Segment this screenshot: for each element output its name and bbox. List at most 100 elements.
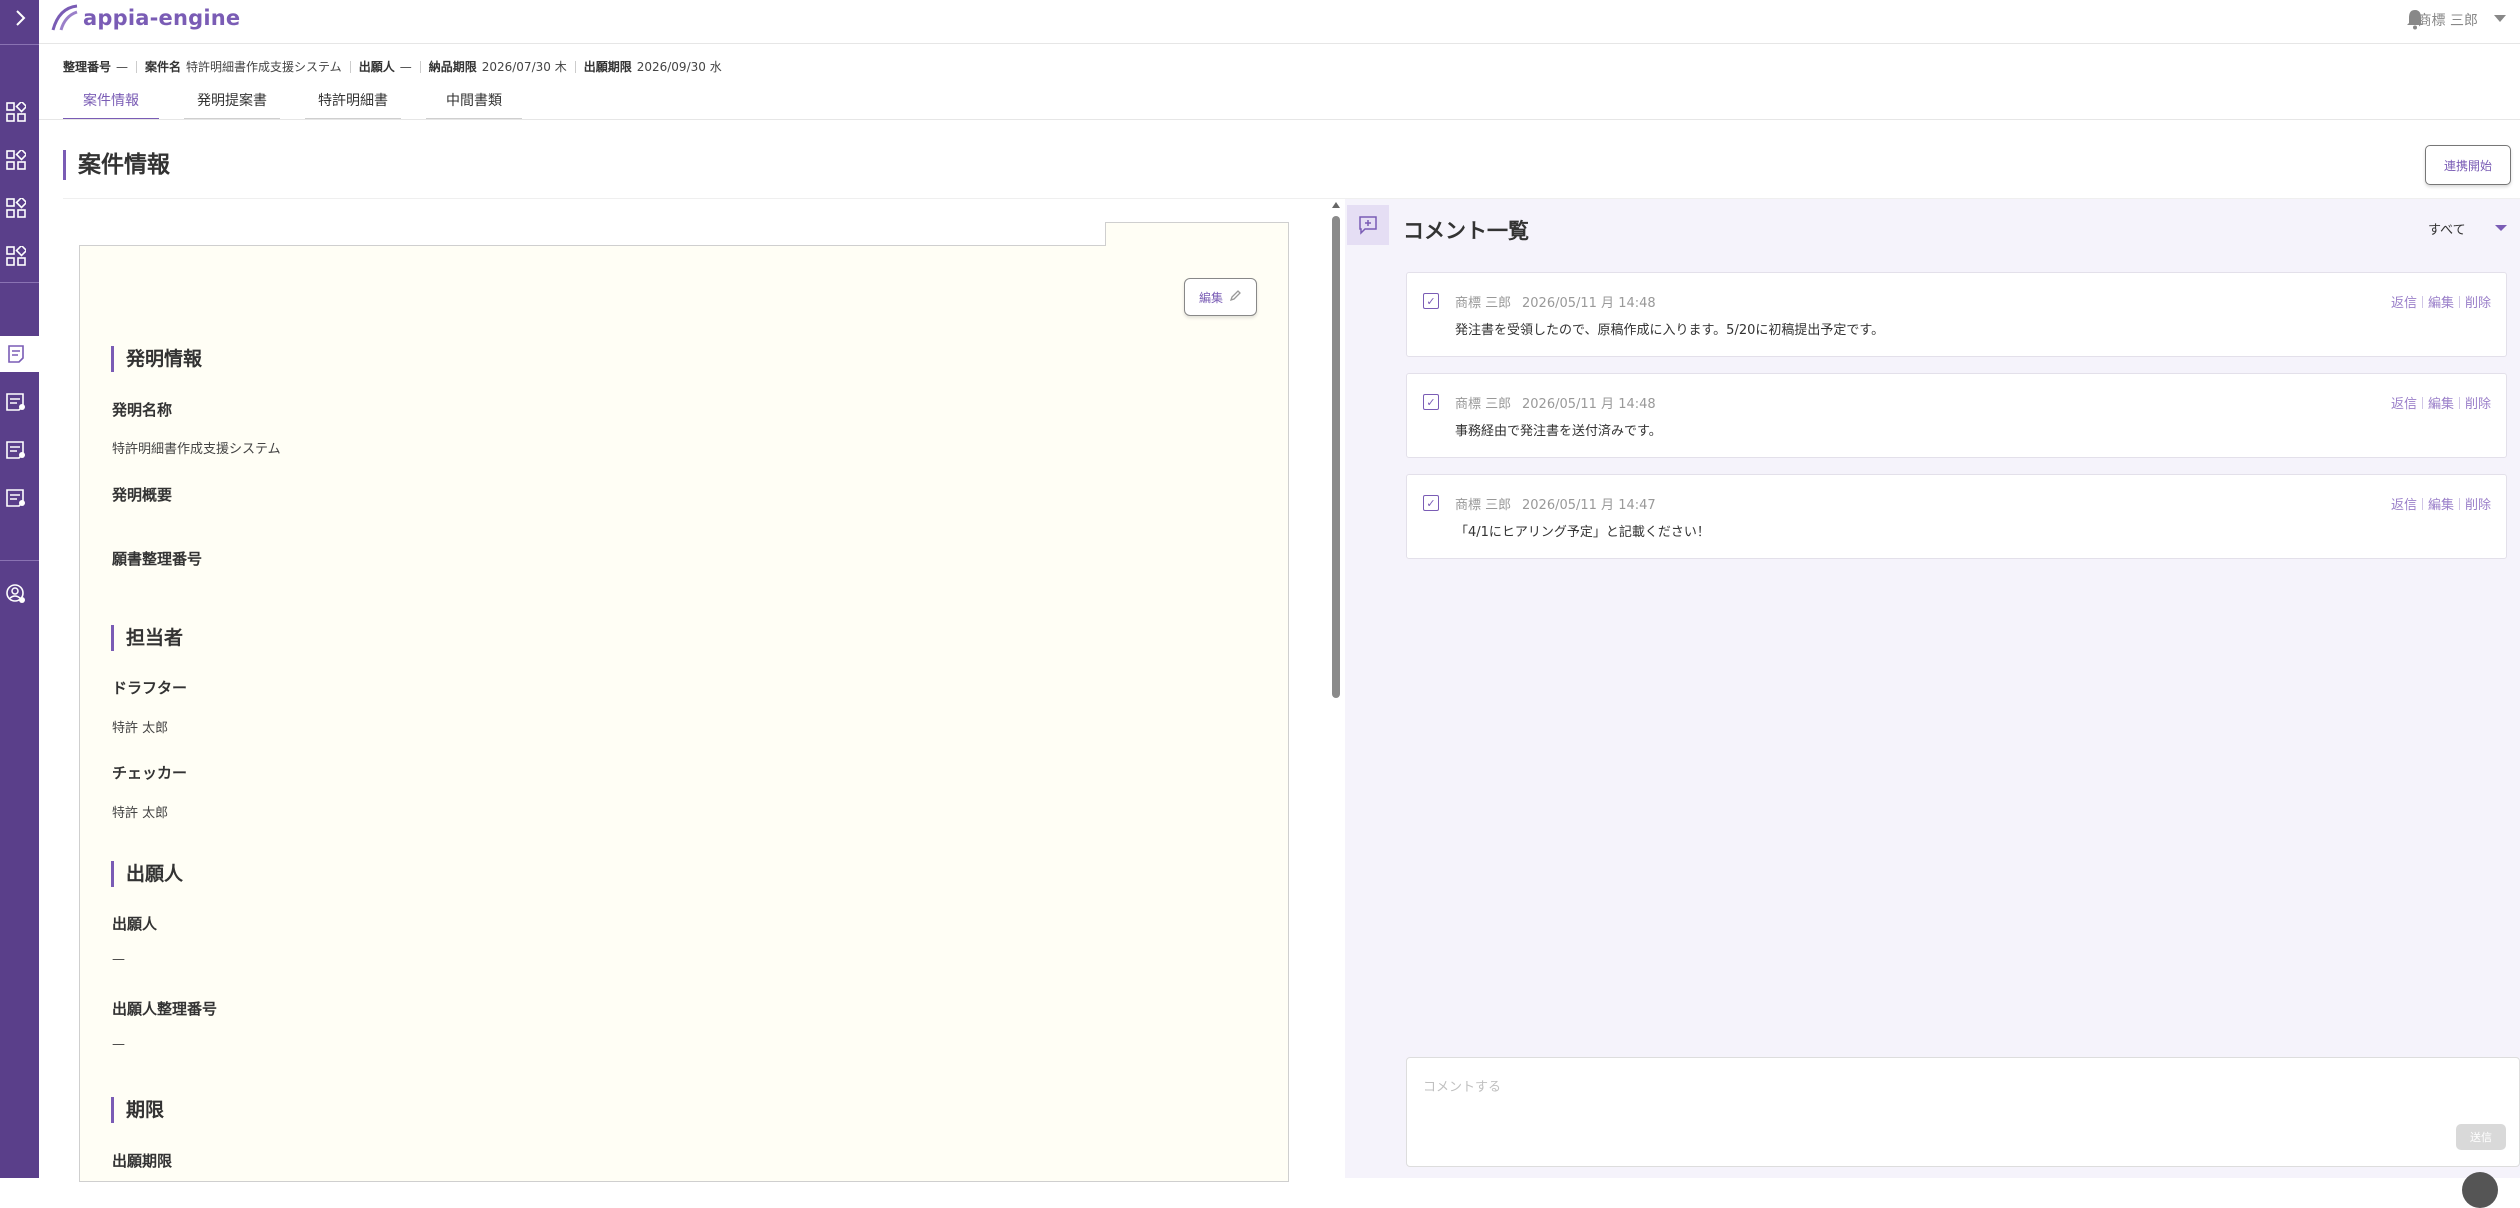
user-menu-name[interactable]: 商標 三郎 [2418, 10, 2478, 30]
send-button[interactable]: 送信 [2456, 1124, 2506, 1150]
field-value-invention-name: 特許明細書作成支援システム [112, 438, 281, 457]
edit-link[interactable]: 編集 [2428, 292, 2454, 311]
reply-link[interactable]: 返信 [2391, 494, 2417, 513]
sidebar-document-list-icon[interactable] [4, 438, 28, 462]
logo-text: appia-engine [83, 6, 240, 30]
edit-button-label: 編集 [1199, 289, 1223, 306]
section-heading-deadline: 期限 [111, 1097, 164, 1123]
meta-separator [575, 61, 576, 73]
sidebar-dashboard-icon[interactable] [4, 196, 28, 220]
sidebar-dashboard-icon[interactable] [4, 244, 28, 268]
comment-author: 商標 三郎 [1455, 494, 1511, 513]
checkbox-icon[interactable]: ✓ [1423, 394, 1439, 410]
field-label-invention-summary: 発明概要 [112, 484, 172, 505]
comment-author: 商標 三郎 [1455, 292, 1511, 311]
comment-input-placeholder: コメントする [1423, 1076, 1501, 1095]
meta-label: 案件名 [145, 58, 181, 75]
reply-link[interactable]: 返信 [2391, 393, 2417, 412]
field-label-invention-name: 発明名称 [112, 399, 172, 420]
sidebar-document-list-icon[interactable] [4, 342, 28, 366]
checkbox-icon[interactable]: ✓ [1423, 495, 1439, 511]
comment-input[interactable]: コメントする [1406, 1057, 2520, 1167]
comment-actions: 返信 編集 削除 [2391, 393, 2491, 412]
meta-separator [350, 61, 351, 73]
comment-filter-select[interactable]: すべて [2428, 219, 2466, 238]
section-heading-staff: 担当者 [111, 625, 183, 651]
comment-text: 「4/1にヒアリング予定」と記載ください！ [1455, 521, 1710, 540]
sidebar-toggle-chevron-right-icon[interactable] [0, 0, 39, 36]
field-label-filing-deadline: 出願期限 [112, 1150, 172, 1171]
meta-label: 出願人 [359, 58, 395, 75]
delete-link[interactable]: 削除 [2465, 292, 2491, 311]
meta-value: — [116, 60, 128, 74]
meta-value: 特許明細書作成支援システム [186, 58, 342, 75]
field-label-applicant: 出願人 [112, 913, 157, 934]
comment-datetime: 2026/05/11 月 14:47 [1522, 494, 1656, 513]
comment-panel-title: コメント一覧 [1403, 215, 1529, 245]
field-label-drafter: ドラフター [112, 677, 187, 698]
sidebar-user-settings-icon[interactable] [4, 582, 28, 606]
field-value-applicant: — [112, 952, 125, 967]
comment-actions: 返信 編集 削除 [2391, 292, 2491, 311]
edit-link[interactable]: 編集 [2428, 494, 2454, 513]
sidebar-divider [0, 560, 39, 561]
meta-separator [420, 61, 421, 73]
case-meta-bar: 整理番号 — 案件名 特許明細書作成支援システム 出願人 — 納品期限 2026… [63, 58, 722, 75]
comment-text: 発注書を受領したので、原稿作成に入ります。5/20に初稿提出予定です。 [1455, 319, 1884, 338]
field-value-drafter: 特許 太郎 [112, 717, 168, 736]
meta-label: 整理番号 [63, 58, 111, 75]
field-label-docket-number: 願書整理番号 [112, 548, 202, 569]
sidebar [0, 0, 39, 1178]
add-comment-icon[interactable] [1347, 205, 1389, 245]
meta-value: — [400, 60, 412, 74]
tab-intermediate-documents[interactable]: 中間書類 [426, 90, 522, 120]
checkbox-icon[interactable]: ✓ [1423, 293, 1439, 309]
section-heading-invention: 発明情報 [111, 346, 202, 372]
comment-actions: 返信 編集 削除 [2391, 494, 2491, 513]
tabs-divider [39, 119, 2520, 120]
app-logo[interactable]: appia-engine [51, 4, 240, 32]
page-title: 案件情報 [63, 150, 170, 180]
scroll-up-arrow-icon[interactable] [1332, 202, 1340, 208]
meta-value: 2026/07/30 木 [482, 58, 567, 75]
sidebar-document-list-icon[interactable] [4, 390, 28, 414]
meta-label: 出願期限 [584, 58, 632, 75]
action-separator [2422, 498, 2423, 510]
sidebar-divider [0, 282, 39, 283]
field-label-checker: チェッカー [112, 762, 187, 783]
scrollbar-thumb[interactable] [1332, 216, 1340, 698]
comment-datetime: 2026/05/11 月 14:48 [1522, 393, 1656, 412]
tab-patent-specification[interactable]: 特許明細書 [305, 90, 401, 120]
comment-item: ✓ 商標 三郎 2026/05/11 月 14:48 返信 編集 削除 発注書を… [1406, 272, 2507, 357]
tab-bar: 案件情報 発明提案書 特許明細書 中間書類 [63, 90, 547, 120]
edit-button[interactable]: 編集 [1184, 278, 1257, 316]
start-collaboration-button[interactable]: 連携開始 [2425, 145, 2511, 185]
sidebar-document-list-icon[interactable] [4, 486, 28, 510]
meta-label: 納品期限 [429, 58, 477, 75]
delete-link[interactable]: 削除 [2465, 494, 2491, 513]
caret-down-icon[interactable] [2494, 15, 2506, 22]
sidebar-divider [0, 44, 39, 45]
action-separator [2459, 296, 2460, 308]
action-separator [2422, 296, 2423, 308]
comment-item: ✓ 商標 三郎 2026/05/11 月 14:47 返信 編集 削除 「4/1… [1406, 474, 2507, 559]
field-value-applicant-docket: — [112, 1037, 125, 1052]
meta-separator [136, 61, 137, 73]
tab-case-info[interactable]: 案件情報 [63, 90, 159, 120]
delete-link[interactable]: 削除 [2465, 393, 2491, 412]
comment-item: ✓ 商標 三郎 2026/05/11 月 14:48 返信 編集 削除 事務経由… [1406, 373, 2507, 458]
action-separator [2422, 397, 2423, 409]
caret-down-icon[interactable] [2495, 225, 2507, 231]
tab-invention-proposal[interactable]: 発明提案書 [184, 90, 280, 120]
meta-value: 2026/09/30 水 [637, 58, 722, 75]
sidebar-dashboard-icon[interactable] [4, 148, 28, 172]
field-value-checker: 特許 太郎 [112, 802, 168, 821]
help-floating-button[interactable] [2462, 1172, 2498, 1208]
action-separator [2459, 498, 2460, 510]
reply-link[interactable]: 返信 [2391, 292, 2417, 311]
edit-link[interactable]: 編集 [2428, 393, 2454, 412]
comment-datetime: 2026/05/11 月 14:48 [1522, 292, 1656, 311]
sidebar-dashboard-icon[interactable] [4, 100, 28, 124]
section-heading-applicant: 出願人 [111, 861, 183, 887]
comment-text: 事務経由で発注書を送付済みです。 [1455, 420, 1662, 439]
